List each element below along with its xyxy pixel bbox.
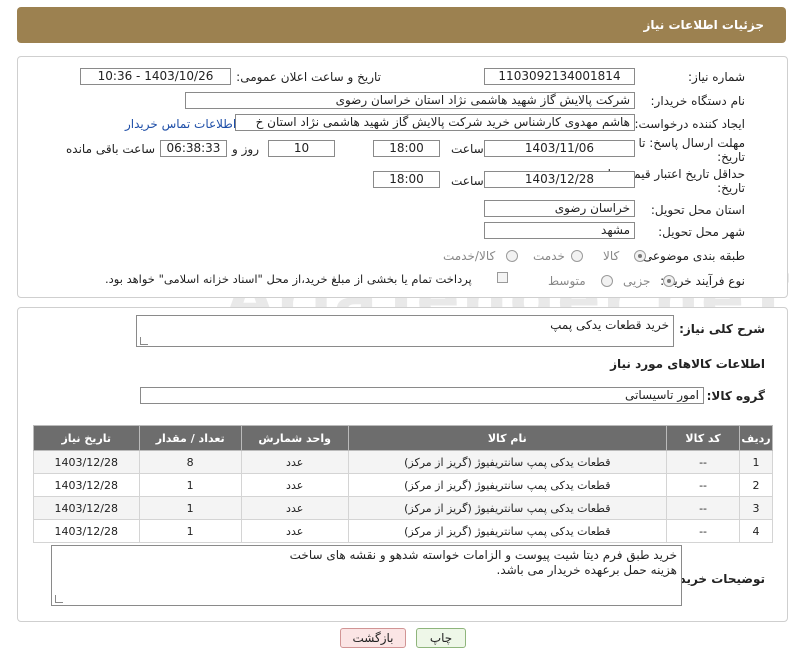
category-option-goods: کالا xyxy=(603,249,620,263)
treasury-note: پرداخت تمام یا بخشی از مبلغ خرید،از محل … xyxy=(105,272,472,286)
print-button[interactable]: چاپ xyxy=(416,628,466,648)
purchase-type-radio-minor[interactable] xyxy=(663,275,675,287)
item-code: -- xyxy=(666,519,741,543)
col-name: نام کالا xyxy=(347,425,668,451)
need-number-label: شماره نیاز: xyxy=(688,70,745,84)
notes-resize-handle[interactable] xyxy=(55,595,63,603)
purchase-type-radio-medium[interactable] xyxy=(601,275,613,287)
item-name: قطعات یدکی پمپ سانتریفیوژ (گریز از مرکز) xyxy=(347,473,668,497)
table-row: 1 -- قطعات یدکی پمپ سانتریفیوژ (گریز از … xyxy=(33,450,773,474)
col-row: ردیف xyxy=(739,425,773,451)
treasury-checkbox[interactable] xyxy=(497,272,508,283)
category-radio-goods[interactable] xyxy=(634,250,646,262)
goods-table-header: ردیف کد کالا نام کالا واحد شمارش تعداد /… xyxy=(33,425,773,451)
goods-group-field: امور تاسیساتی xyxy=(140,387,704,404)
item-name: قطعات یدکی پمپ سانتریفیوژ (گریز از مرکز) xyxy=(347,519,668,543)
item-quantity: 1 xyxy=(138,519,242,543)
province-label: استان محل تحویل: xyxy=(650,203,745,217)
price-validity-time-field: 18:00 xyxy=(373,171,440,188)
province-field: خراسان رضوی xyxy=(484,200,635,217)
price-validity-date-field: 1403/12/28 xyxy=(484,171,635,188)
buyer-notes-line-2: هزینه حمل برعهده خریدار می باشد. xyxy=(496,563,678,577)
row-number: 4 xyxy=(739,519,773,543)
buyer-org-field: شرکت پالایش گاز شهید هاشمی نژاد استان خر… xyxy=(185,92,635,109)
item-unit: عدد xyxy=(240,473,349,497)
reply-deadline-time-field: 18:00 xyxy=(373,140,440,157)
price-validity-time-label: ساعت xyxy=(451,174,484,188)
goods-table: ردیف کد کالا نام کالا واحد شمارش تعداد /… xyxy=(33,425,773,543)
row-number: 1 xyxy=(739,450,773,474)
reply-deadline-date-field: 1403/11/06 xyxy=(484,140,635,157)
category-radio-goods-service[interactable] xyxy=(506,250,518,262)
need-number-field: 1103092134001814 xyxy=(484,68,635,85)
reply-deadline-days-label: روز و xyxy=(232,142,259,156)
requester-label: ایجاد کننده درخواست: xyxy=(634,117,745,131)
reply-deadline-days-field: 10 xyxy=(268,140,335,157)
item-need-date: 1403/12/28 xyxy=(33,473,140,497)
col-unit: واحد شمارش xyxy=(240,425,349,451)
table-row: 2 -- قطعات یدکی پمپ سانتریفیوژ (گریز از … xyxy=(33,473,773,497)
item-unit: عدد xyxy=(240,496,349,520)
col-quantity: تعداد / مقدار xyxy=(138,425,242,451)
item-need-date: 1403/12/28 xyxy=(33,519,140,543)
category-option-goods-service: کالا/خدمت xyxy=(443,249,496,263)
reply-deadline-label-line2: تاریخ: xyxy=(717,150,745,164)
item-quantity: 8 xyxy=(138,450,242,474)
city-field: مشهد xyxy=(484,222,635,239)
city-label: شهر محل تحویل: xyxy=(658,225,745,239)
col-need-date: تاریخ نیاز xyxy=(33,425,140,451)
purchase-type-option-minor: جزیی xyxy=(623,274,651,288)
page-title: جزئیات اطلاعات نیاز xyxy=(643,18,764,32)
buyer-notes-line-1: خرید طبق فرم دیتا شیت پیوست و الزامات خو… xyxy=(289,548,677,562)
remaining-time-field: 06:38:33 xyxy=(160,140,227,157)
announce-datetime-field: 1403/10/26 - 10:36 xyxy=(80,68,231,85)
item-unit: عدد xyxy=(240,450,349,474)
remaining-time-label: ساعت باقی مانده xyxy=(66,142,156,156)
item-need-date: 1403/12/28 xyxy=(33,496,140,520)
requester-field: هاشم مهدوی کارشناس خرید شرکت پالایش گاز … xyxy=(235,114,635,131)
reply-deadline-label-line1: مهلت ارسال پاسخ: تا xyxy=(638,136,745,150)
back-button[interactable]: بازگشت xyxy=(340,628,406,648)
buyer-notes-field[interactable]: خرید طبق فرم دیتا شیت پیوست و الزامات خو… xyxy=(51,545,682,606)
item-code: -- xyxy=(666,450,741,474)
item-name: قطعات یدکی پمپ سانتریفیوژ (گریز از مرکز) xyxy=(347,450,668,474)
item-name: قطعات یدکی پمپ سانتریفیوژ (گریز از مرکز) xyxy=(347,496,668,520)
reply-deadline-time-label: ساعت xyxy=(451,142,484,156)
buyer-contact-link[interactable]: اطلاعات تماس خریدار xyxy=(125,117,236,131)
table-row: 3 -- قطعات یدکی پمپ سانتریفیوژ (گریز از … xyxy=(33,496,773,520)
category-label: طبقه بندی موضوعی: xyxy=(638,249,745,263)
item-unit: عدد xyxy=(240,519,349,543)
goods-section-title: اطلاعات کالاهای مورد نیاز xyxy=(610,357,765,371)
goods-group-label: گروه کالا: xyxy=(706,389,765,403)
page-header: جزئیات اطلاعات نیاز xyxy=(17,7,786,43)
announce-datetime-label: تاریخ و ساعت اعلان عمومی: xyxy=(236,70,381,84)
table-row: 4 -- قطعات یدکی پمپ سانتریفیوژ (گریز از … xyxy=(33,519,773,543)
item-quantity: 1 xyxy=(138,496,242,520)
summary-label: شرح کلی نیاز: xyxy=(679,322,765,336)
buyer-org-label: نام دستگاه خریدار: xyxy=(650,94,746,108)
purchase-type-option-medium: متوسط xyxy=(548,274,586,288)
category-radio-service[interactable] xyxy=(571,250,583,262)
summary-field[interactable]: خرید قطعات یدکی پمپ xyxy=(136,315,674,347)
item-need-date: 1403/12/28 xyxy=(33,450,140,474)
item-code: -- xyxy=(666,473,741,497)
price-validity-label-line2: تاریخ: xyxy=(717,181,745,195)
item-quantity: 1 xyxy=(138,473,242,497)
col-code: کد کالا xyxy=(666,425,741,451)
row-number: 3 xyxy=(739,496,773,520)
summary-resize-handle[interactable] xyxy=(140,337,148,345)
row-number: 2 xyxy=(739,473,773,497)
item-code: -- xyxy=(666,496,741,520)
category-option-service: خدمت xyxy=(533,249,565,263)
